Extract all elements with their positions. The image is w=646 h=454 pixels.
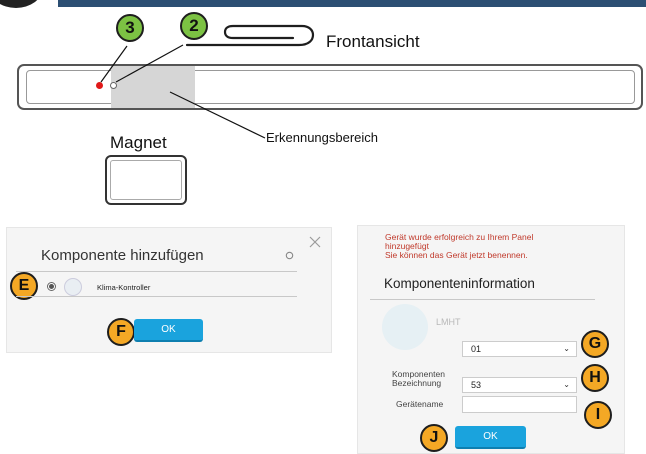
- device-code: LMHT: [436, 317, 461, 327]
- device-image: [382, 304, 428, 350]
- zone-select[interactable]: 01 ⌄: [462, 341, 577, 357]
- component-designation-select[interactable]: 53 ⌄: [462, 377, 577, 393]
- detection-area-label: Erkennungsbereich: [266, 130, 379, 145]
- dialog-divider-top: [16, 271, 297, 272]
- callout-badge-h: H: [581, 364, 609, 392]
- component-name[interactable]: Klima-Kontroller: [97, 283, 150, 292]
- callout-badge-2: 2: [180, 12, 208, 40]
- climate-controller-icon: [64, 278, 82, 296]
- callout-badge-i: I: [584, 401, 612, 429]
- refresh-icon[interactable]: [285, 251, 294, 260]
- dialog-divider-bottom: [16, 296, 297, 297]
- callout-badge-3: 3: [116, 14, 144, 42]
- component-designation-label-2: Bezeichnung: [392, 378, 442, 388]
- component-info-title: Komponenteninformation: [384, 276, 535, 291]
- chevron-down-icon: ⌄: [563, 380, 570, 389]
- callout-badge-j: J: [420, 424, 448, 452]
- info-divider: [370, 299, 595, 300]
- magnet-label: Magnet: [110, 133, 167, 152]
- front-view-label: Frontansicht: [326, 32, 420, 51]
- add-ok-button[interactable]: OK: [134, 319, 203, 342]
- component-designation-value: 53: [471, 380, 482, 390]
- callout-badge-g: G: [581, 330, 609, 358]
- device-name-input[interactable]: [462, 396, 577, 413]
- component-radio[interactable]: [47, 282, 56, 291]
- callout-badge-f: F: [107, 318, 135, 346]
- zone-select-value: 01: [471, 344, 482, 354]
- add-component-title: Komponente hinzufügen: [41, 247, 204, 264]
- success-message-line3: Sie können das Gerät jetzt benennen.: [385, 250, 528, 260]
- info-ok-button[interactable]: OK: [455, 426, 526, 449]
- device-name-label: Gerätename: [396, 399, 444, 409]
- magnet-inner-frame: [110, 160, 182, 200]
- chevron-down-icon: ⌄: [563, 344, 570, 353]
- close-icon[interactable]: [309, 236, 321, 248]
